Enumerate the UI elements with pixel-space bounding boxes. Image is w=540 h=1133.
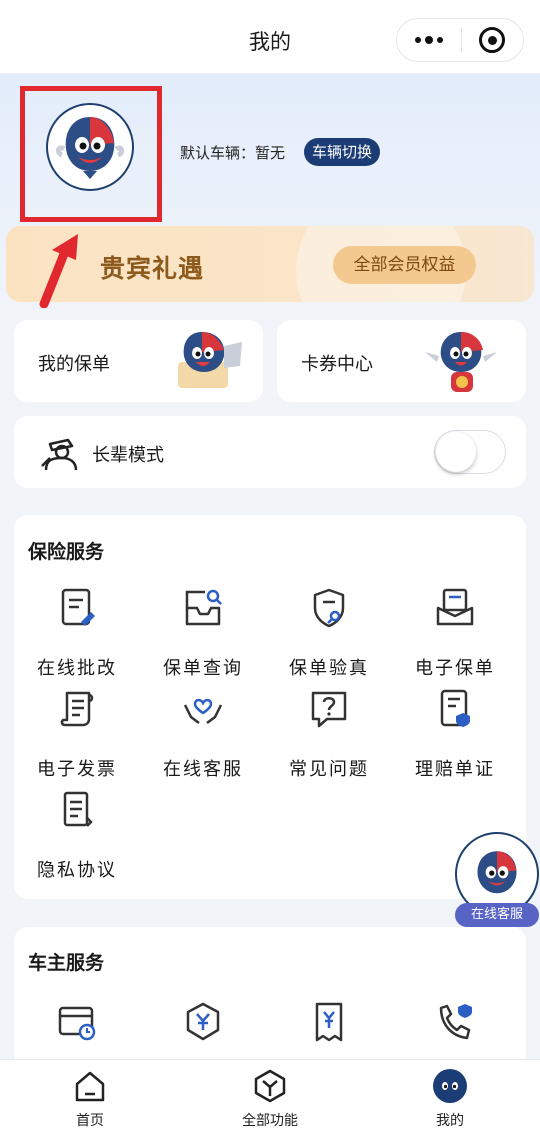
service-label: 理赔单证 — [415, 759, 495, 780]
phone-shield-icon — [439, 1004, 472, 1040]
service-policy-verify[interactable]: 保单验真 — [266, 586, 392, 680]
tab-label: 全部功能 — [242, 1113, 298, 1129]
service-label: 电子发票 — [37, 759, 117, 780]
vip-title: 贵宾礼遇 — [100, 254, 205, 283]
owner-service-item[interactable] — [392, 1000, 518, 1048]
default-vehicle-label: 默认车辆：暂无 — [180, 144, 286, 162]
service-label: 在线批改 — [37, 658, 117, 679]
tab-all-functions[interactable]: 全部功能 — [200, 1060, 340, 1130]
switch-vehicle-button[interactable]: 车辆切换 — [304, 138, 381, 166]
tab-mine[interactable]: 我的 — [380, 1060, 520, 1130]
service-online-support[interactable]: 在线客服 — [140, 687, 266, 781]
coupon-center-label: 卡券中心 — [301, 354, 373, 375]
coupon-center-card[interactable]: 卡券中心 — [277, 320, 526, 402]
home-icon — [75, 1071, 105, 1102]
hexagon-yen-icon — [186, 1002, 220, 1041]
card-clock-icon — [58, 1006, 96, 1041]
question-bubble-icon — [311, 691, 347, 728]
all-member-benefits-button[interactable]: 全部会员权益 — [333, 246, 476, 284]
mascot-profile-icon — [433, 1069, 467, 1103]
service-label: 电子保单 — [415, 658, 495, 679]
privacy-scroll-icon — [63, 791, 93, 827]
service-label: 保单查询 — [163, 658, 243, 679]
service-policy-query[interactable]: 保单查询 — [140, 586, 266, 680]
floating-service-label[interactable]: 在线客服 — [455, 903, 539, 927]
shield-verify-icon — [313, 588, 345, 628]
owner-service-item[interactable] — [266, 1000, 392, 1048]
service-label: 隐私协议 — [37, 860, 117, 881]
service-e-policy[interactable]: 电子保单 — [392, 586, 518, 680]
elder-mode-toggle[interactable] — [434, 430, 506, 474]
service-faq[interactable]: 常见问题 — [266, 687, 392, 781]
claim-document-icon — [440, 689, 470, 727]
e-policy-icon — [436, 588, 474, 626]
service-label: 常见问题 — [289, 759, 369, 780]
toggle-knob — [436, 432, 476, 472]
service-label: 保单验真 — [289, 658, 369, 679]
mascot-policy-icon — [178, 332, 242, 388]
edit-document-icon — [61, 588, 95, 626]
my-policy-label: 我的保单 — [38, 354, 110, 375]
dot-icon — [436, 37, 443, 43]
mascot-service-icon — [477, 851, 517, 894]
scroll-invoice-icon — [60, 691, 94, 727]
service-claim-documents[interactable]: 理赔单证 — [392, 687, 518, 781]
top-bar: 我的 — [0, 0, 540, 74]
all-functions-icon — [254, 1069, 286, 1103]
target-icon — [479, 27, 506, 53]
hands-heart-icon — [183, 698, 223, 724]
dot-icon — [414, 37, 421, 43]
my-policy-card[interactable]: 我的保单 — [14, 320, 263, 402]
close-mini-program-button[interactable] — [461, 19, 523, 61]
service-online-endorsement[interactable]: 在线批改 — [14, 586, 140, 680]
elder-mode-label: 长辈模式 — [92, 445, 164, 466]
insurance-services-title: 保险服务 — [28, 541, 105, 563]
more-options-button[interactable] — [397, 19, 461, 61]
mini-program-capsule — [396, 18, 524, 62]
avatar-highlight-box — [20, 86, 162, 222]
bill-yen-icon — [315, 1002, 343, 1042]
service-e-invoice[interactable]: 电子发票 — [14, 687, 140, 781]
service-label: 在线客服 — [163, 759, 243, 780]
owner-service-item[interactable] — [140, 1000, 266, 1048]
search-inbox-icon — [185, 589, 222, 626]
tab-home[interactable]: 首页 — [20, 1060, 160, 1130]
service-privacy-agreement[interactable]: 隐私协议 — [14, 788, 140, 882]
owner-services-title: 车主服务 — [28, 952, 105, 974]
bottom-tab-bar: 首页 全部功能 我的 — [0, 1059, 540, 1133]
mascot-coupon-icon — [425, 332, 497, 392]
tab-label: 首页 — [76, 1113, 104, 1129]
owner-service-item[interactable] — [14, 1000, 140, 1048]
red-arrow-icon — [39, 234, 78, 308]
tab-label: 我的 — [436, 1113, 464, 1129]
dot-icon — [424, 36, 433, 44]
elder-person-icon — [41, 438, 78, 471]
